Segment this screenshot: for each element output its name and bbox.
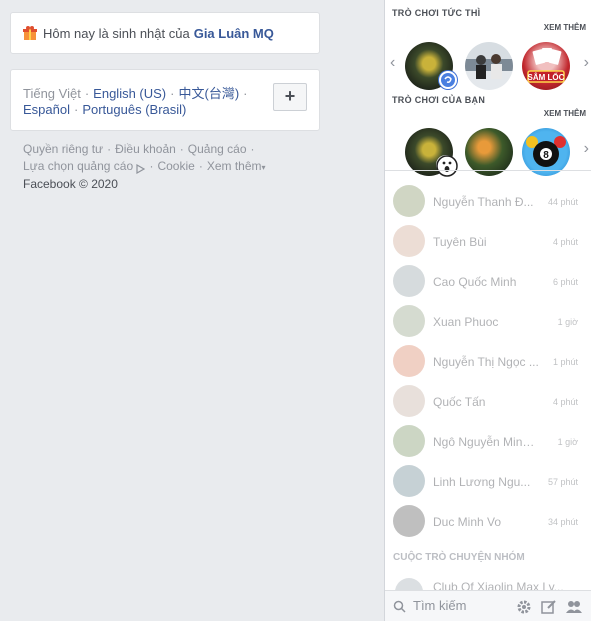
your-games-see-more[interactable]: XEM THÊM <box>544 109 586 118</box>
avatar <box>393 225 425 257</box>
contact-last-active: 1 giờ <box>557 317 578 327</box>
contact-item[interactable]: Duc Minh Vo 34 phút <box>385 500 591 540</box>
contact-name: Linh Lương Ngu... <box>433 475 531 489</box>
contact-last-active: 1 phút <box>552 357 578 367</box>
contact-item[interactable]: Quốc Tấn 4 phút <box>385 380 591 420</box>
search-input[interactable]: Tìm kiếm <box>413 598 466 613</box>
avatar <box>393 305 425 337</box>
game-thumbnail-3[interactable]: SÂM LỐC <box>522 42 570 90</box>
contact-name: Xuan Phuoc <box>433 315 499 329</box>
contact-last-active: 6 phút <box>552 277 578 287</box>
contact-item[interactable]: Xuan Phuoc 1 giờ <box>385 300 591 340</box>
contact-last-active: 44 phút <box>547 197 578 207</box>
copyright: Facebook © 2020 <box>23 177 118 191</box>
language-link-portuguese[interactable]: Português (Brasil) <box>82 102 186 117</box>
compose-icon[interactable] <box>541 599 557 620</box>
language-card: Tiếng Việt · English (US) · 中文(台灣) · Español ·… <box>10 69 320 131</box>
wow-emoji-icon <box>436 155 458 177</box>
avatar <box>393 505 425 537</box>
contact-last-active: 1 giờ <box>557 437 578 447</box>
instant-games-see-more[interactable]: XEM THÊM <box>544 23 586 32</box>
contact-name: Duc Minh Vo <box>433 515 502 529</box>
footer-link-ads[interactable]: Quảng cáo <box>188 142 247 156</box>
birthday-card[interactable]: Hôm nay là sinh nhật của Gia Luân MQ <box>10 12 320 54</box>
language-link-spanish[interactable]: Español <box>23 102 70 117</box>
avatar <box>393 465 425 497</box>
your-games-title: TRÒ CHƠI CỦA BẠN <box>392 95 486 105</box>
ad-choices-icon <box>136 162 146 175</box>
contact-name: Quốc Tấn <box>433 395 486 409</box>
chevron-right-icon[interactable]: › <box>584 54 589 72</box>
contact-name: Nguyễn Thanh Đ... <box>433 195 534 209</box>
search-icon <box>393 600 406 618</box>
language-link-english[interactable]: English (US) <box>93 86 166 101</box>
messenger-badge-icon <box>438 70 458 90</box>
contact-item[interactable]: Nguyễn Thị Ngọc ... 1 phút <box>385 340 591 380</box>
your-game-thumbnail-3[interactable]: 8 <box>522 128 570 176</box>
your-game-thumbnail-2[interactable] <box>465 128 513 176</box>
contact-item[interactable]: Tuyên Bùi 4 phút <box>385 220 591 260</box>
divider <box>385 170 591 171</box>
game-thumbnail-2[interactable] <box>465 42 513 90</box>
contact-list: Nguyễn Thanh Đ... 44 phút Tuyên Bùi 4 ph… <box>385 180 591 540</box>
create-group-icon[interactable] <box>565 599 583 620</box>
chevron-left-icon[interactable]: ‹ <box>390 54 395 72</box>
contact-last-active: 57 phút <box>547 477 578 487</box>
people-photo-icon <box>476 54 502 79</box>
contact-item[interactable]: Nguyễn Thanh Đ... 44 phút <box>385 180 591 220</box>
avatar <box>393 385 425 417</box>
contact-name: Ngô Nguyễn Minh ... <box>433 435 541 449</box>
contact-last-active: 4 phút <box>552 397 578 407</box>
footer-link-more[interactable]: Xem thêm <box>207 159 262 173</box>
footer-link-ad-choices[interactable]: Lựa chọn quảng cáo <box>23 159 133 173</box>
instant-games-row: ‹ SÂM LỐC › <box>385 40 591 94</box>
birthday-name-link[interactable]: Gia Luân MQ <box>194 26 274 41</box>
avatar <box>393 185 425 217</box>
contact-name: Tuyên Bùi <box>433 235 487 249</box>
current-language: Tiếng Việt <box>23 86 81 101</box>
chat-sidebar: TRÒ CHƠI TỨC THÌ XEM THÊM ‹ SÂM LỐC › TR… <box>384 0 591 621</box>
footer-link-terms[interactable]: Điều khoản <box>115 142 176 156</box>
gear-icon[interactable] <box>516 599 532 620</box>
gift-icon <box>23 26 37 40</box>
avatar <box>393 345 425 377</box>
chevron-right-icon[interactable]: › <box>584 140 589 158</box>
group-chats-title: CUỘC TRÒ CHUYỆN NHÓM <box>393 552 525 563</box>
avatar <box>393 425 425 457</box>
birthday-text: Hôm nay là sinh nhật của <box>43 25 190 41</box>
caret-down-icon: ▾ <box>261 163 266 172</box>
avatar <box>393 265 425 297</box>
footer-link-privacy[interactable]: Quyền riêng tư <box>23 142 103 156</box>
language-link-chinese[interactable]: 中文(台灣) <box>178 86 239 101</box>
contact-last-active: 34 phút <box>547 517 578 527</box>
contact-last-active: 4 phút <box>552 237 578 247</box>
contact-name: Nguyễn Thị Ngọc ... <box>433 355 539 369</box>
footer-link-cookie[interactable]: Cookie <box>157 159 194 173</box>
instant-games-title: TRÒ CHƠI TỨC THÌ <box>392 8 481 18</box>
svg-text:SÂM LỐC: SÂM LỐC <box>528 72 565 82</box>
contact-item[interactable]: Cao Quốc Minh 6 phút <box>385 260 591 300</box>
contact-item[interactable]: Linh Lương Ngu... 57 phút <box>385 460 591 500</box>
svg-text:8: 8 <box>543 150 549 161</box>
contact-name: Cao Quốc Minh <box>433 275 517 289</box>
chat-search-bar[interactable]: Tìm kiếm <box>385 590 591 621</box>
contact-item[interactable]: Ngô Nguyễn Minh ... 1 giờ <box>385 420 591 460</box>
left-column: Hôm nay là sinh nhật của Gia Luân MQ Tiế… <box>10 12 320 193</box>
add-language-button[interactable]: + <box>273 83 307 111</box>
footer: Quyền riêng tư · Điều khoản · Quảng cáo · Lựa… <box>10 141 320 193</box>
